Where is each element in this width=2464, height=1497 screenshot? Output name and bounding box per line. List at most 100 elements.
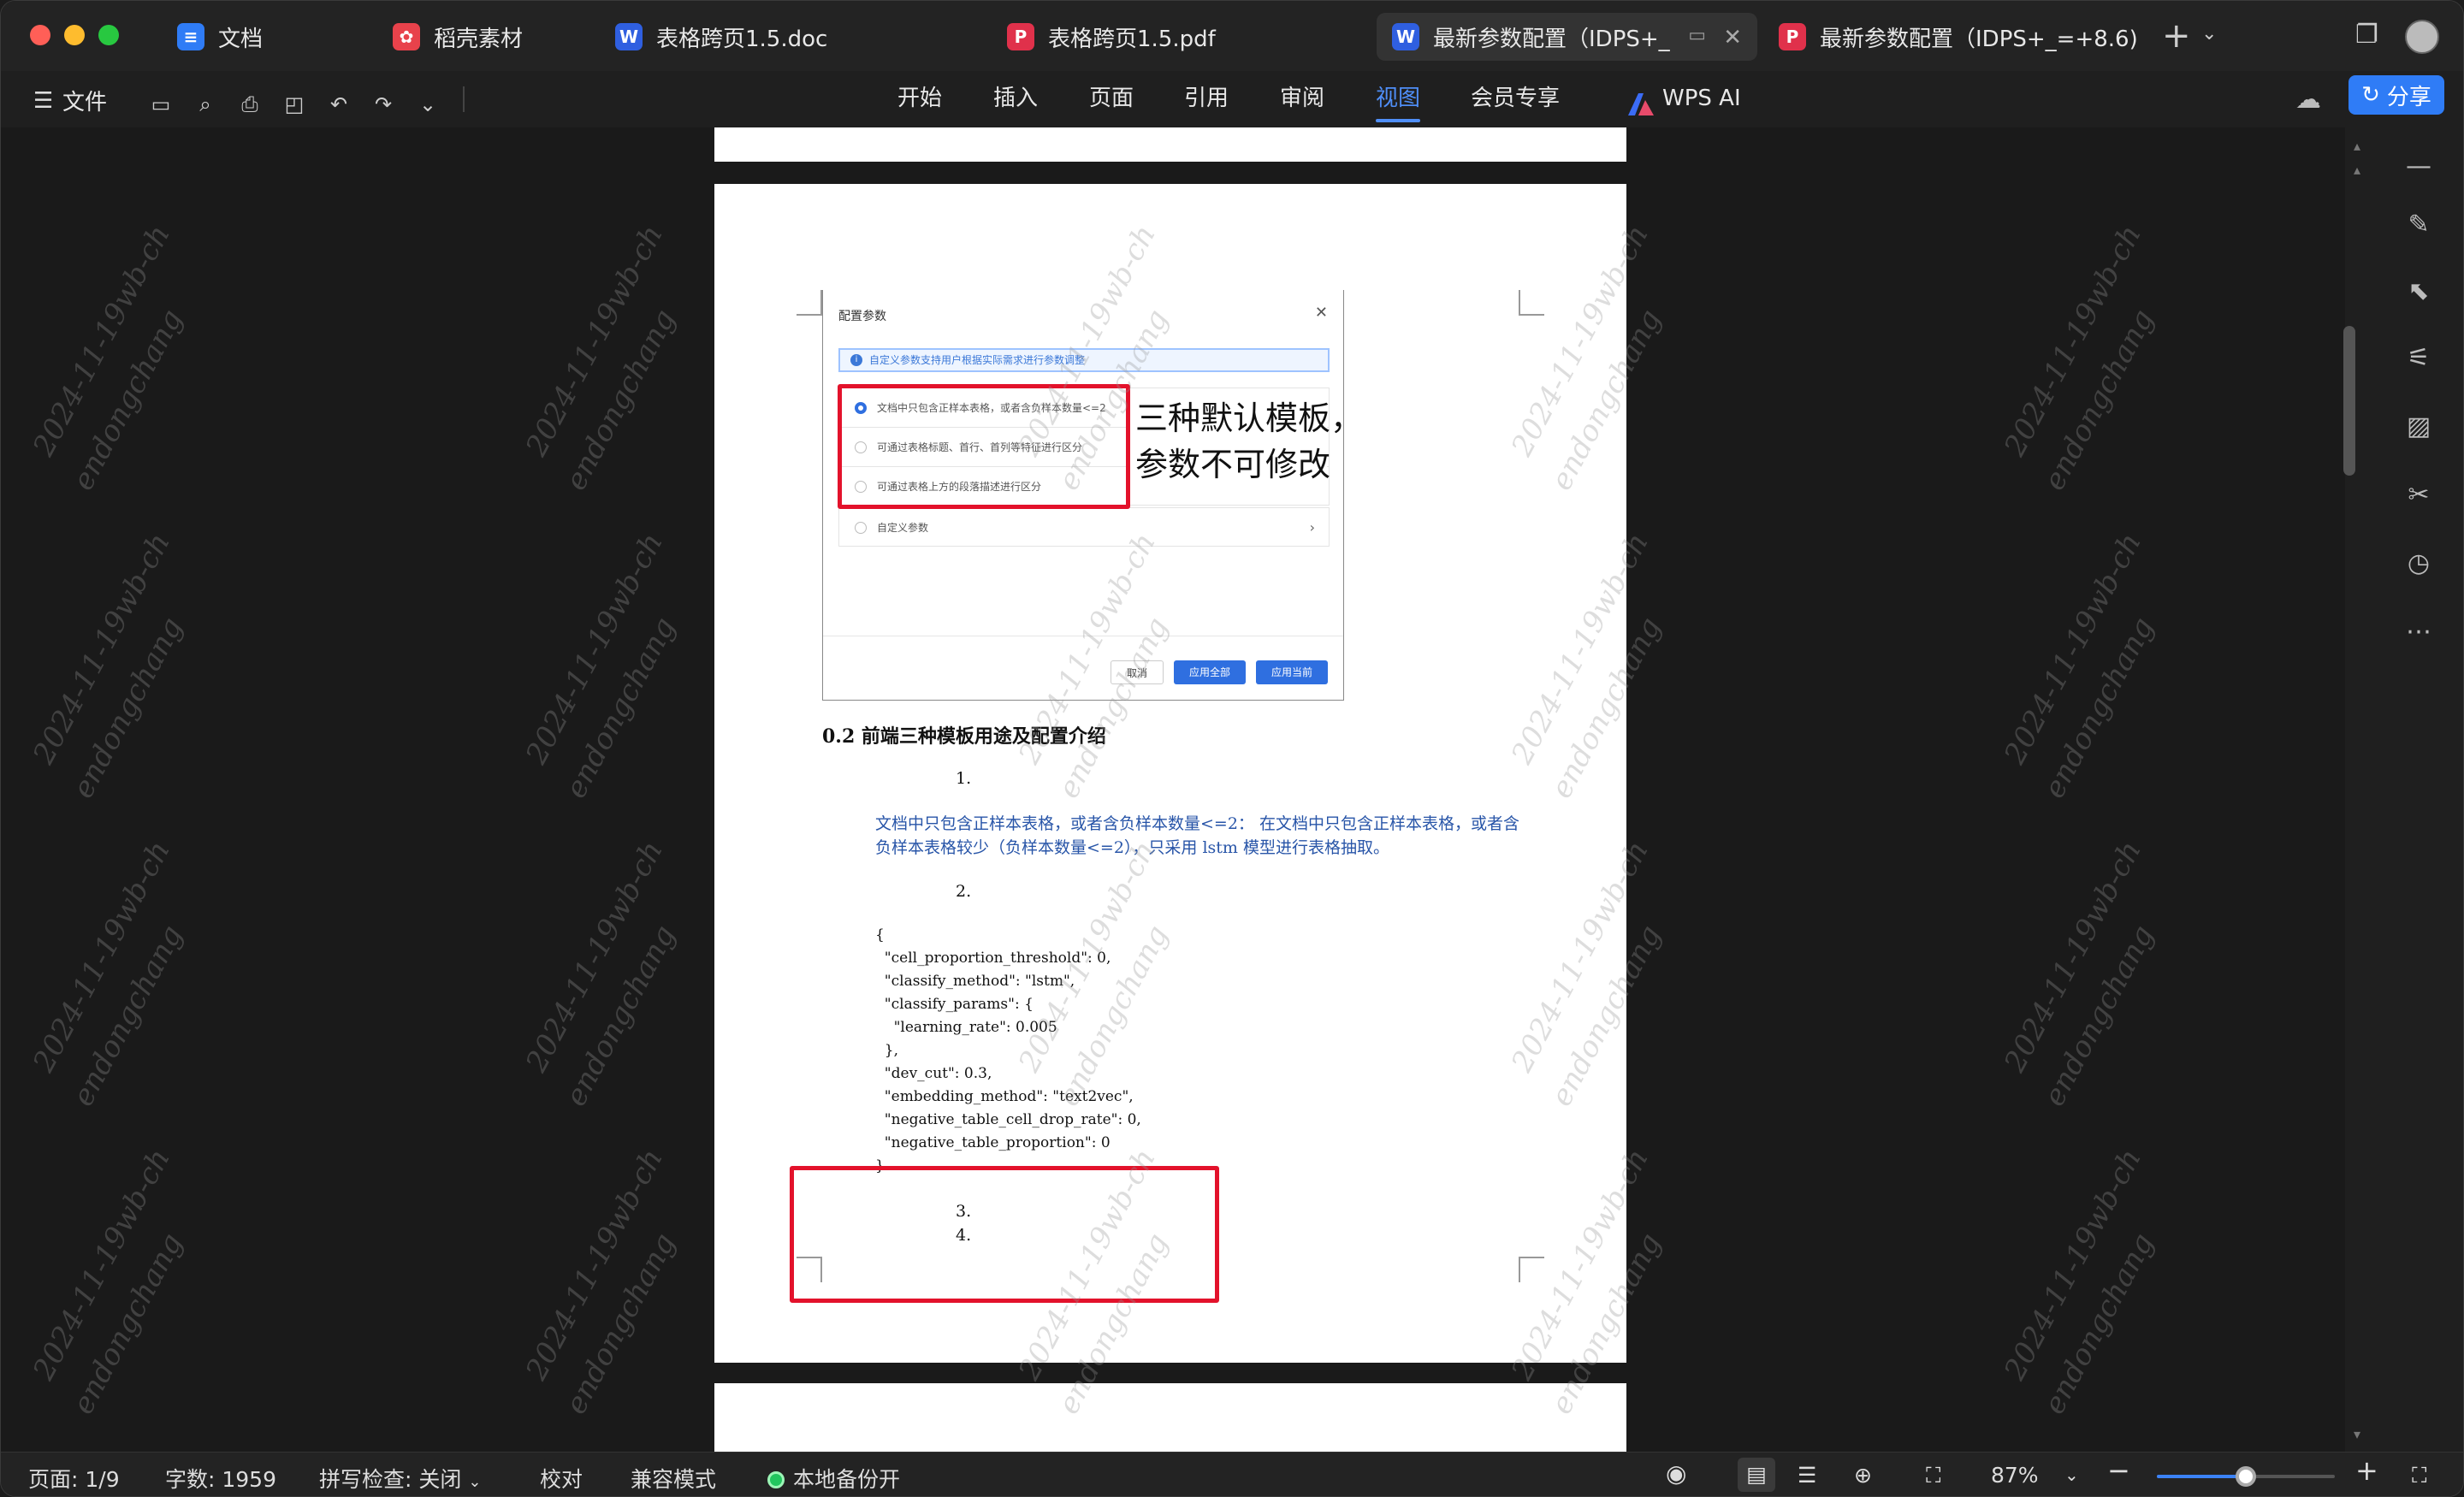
highlight-box bbox=[790, 1166, 1219, 1303]
window-icon[interactable]: ❐ bbox=[2355, 20, 2378, 50]
tab-docs[interactable]: ≡ 文档 bbox=[162, 13, 358, 61]
code-line: "classify_params": { bbox=[875, 996, 1034, 1013]
tab-label: 最新参数配置（IDPS+_ bbox=[1433, 26, 1670, 52]
web-view-icon[interactable]: ⊕ bbox=[1854, 1463, 1872, 1488]
tab-reference[interactable]: 引用 bbox=[1184, 81, 1229, 115]
zoom-out-icon[interactable]: − bbox=[2107, 1454, 2130, 1487]
print-icon[interactable]: ⎙ bbox=[235, 90, 264, 119]
cursor-select-icon[interactable]: ⬉ bbox=[2402, 275, 2436, 309]
word-count[interactable]: 字数: 1959 bbox=[165, 1463, 276, 1494]
zoom-dropdown-chevron-icon[interactable]: ⌄ bbox=[2064, 1464, 2079, 1485]
close-tab-icon[interactable]: ✕ bbox=[1723, 25, 1742, 50]
tab-label: 文档 bbox=[218, 26, 264, 52]
tab-list-chevron-icon[interactable]: ⌄ bbox=[2201, 23, 2217, 44]
margin-corner bbox=[1519, 290, 1544, 316]
tab-param-config-pdf[interactable]: P 最新参数配置（IDPS+_=+8.6) bbox=[1763, 13, 2140, 61]
code-line: }, bbox=[875, 1042, 899, 1059]
zoom-window-button[interactable] bbox=[98, 25, 119, 45]
tab-label: 表格跨页1.5.pdf bbox=[1048, 26, 1216, 52]
redo-icon[interactable]: ↷ bbox=[369, 90, 398, 119]
scroll-down-icon[interactable]: ▾ bbox=[2354, 1426, 2360, 1442]
more-chevron-icon[interactable]: ⌄ bbox=[413, 90, 442, 119]
avatar[interactable] bbox=[2405, 20, 2439, 54]
tab-param-config-doc[interactable]: W 最新参数配置（IDPS+_ ▭ ✕ bbox=[1377, 13, 1757, 61]
cancel-button: 取消 bbox=[1110, 660, 1164, 684]
page-indicator[interactable]: 页面: 1/9 bbox=[28, 1463, 120, 1494]
undo-icon[interactable]: ↶ bbox=[324, 90, 353, 119]
tab-daoke[interactable]: ✿ 稻壳素材 bbox=[377, 13, 566, 61]
chevron-down-icon: ⌄ bbox=[468, 1473, 482, 1491]
tab-wps-ai[interactable]: WPS AI bbox=[1662, 81, 1741, 115]
focus-mode-icon[interactable]: ⛶ bbox=[1926, 1463, 1941, 1488]
minimize-window-button[interactable] bbox=[64, 25, 85, 45]
title-bar: ≡ 文档 ✿ 稻壳素材 W 表格跨页1.5.doc P 表格跨页1.5.pdf … bbox=[1, 1, 2463, 71]
compat-mode-label: 兼容模式 bbox=[631, 1467, 717, 1492]
apply-current-button: 应用当前 bbox=[1255, 660, 1328, 684]
menu-hamburger-icon[interactable]: ☰ bbox=[33, 88, 53, 114]
outline-view-icon[interactable]: ☰ bbox=[1798, 1463, 1816, 1488]
tab-label: 最新参数配置（IDPS+_=+8.6) bbox=[1820, 26, 2138, 52]
save-icon[interactable]: ▭ bbox=[146, 90, 175, 119]
backup-status[interactable]: 本地备份开 bbox=[767, 1463, 900, 1494]
vertical-scrollbar[interactable] bbox=[2343, 326, 2355, 476]
list-number: 1. bbox=[956, 769, 972, 788]
zoom-in-icon[interactable]: + bbox=[2355, 1454, 2378, 1487]
close-window-button[interactable] bbox=[30, 25, 50, 45]
word-doc-icon: W bbox=[615, 23, 643, 50]
margin-corner bbox=[1519, 1257, 1544, 1282]
option-label: 自定义参数 bbox=[877, 522, 929, 534]
code-line: "learning_rate": 0.005 bbox=[875, 1019, 1057, 1036]
eye-icon[interactable]: ◉ bbox=[1666, 1459, 1686, 1488]
fullscreen-icon[interactable]: ⛶ bbox=[2412, 1463, 2427, 1488]
adjust-icon[interactable]: ⚟ bbox=[2402, 341, 2436, 376]
print-preview-icon[interactable]: ◰ bbox=[280, 90, 309, 119]
new-tab-icon[interactable]: + bbox=[2162, 16, 2191, 56]
zoom-slider-knob[interactable] bbox=[2236, 1466, 2256, 1487]
section-heading: 0.2 前端三种模板用途及配置介绍 bbox=[822, 725, 1106, 748]
tab-table-pdf[interactable]: P 表格跨页1.5.pdf bbox=[992, 13, 1351, 61]
pen-icon[interactable]: ✎ bbox=[2402, 208, 2436, 242]
backup-status-icon bbox=[767, 1471, 785, 1488]
spell-check-toggle[interactable]: 拼写检查: 关闭 ⌄ bbox=[319, 1463, 481, 1494]
ribbon: ☰ 文件 ▭ ⌕ ⎙ ◰ ↶ ↷ ⌄ 开始 插入 页面 引用 审阅 视图 会员专… bbox=[1, 71, 2463, 127]
image-edit-icon[interactable]: ▨ bbox=[2402, 410, 2436, 444]
tab-review[interactable]: 审阅 bbox=[1280, 81, 1324, 115]
collapse-icon[interactable]: — bbox=[2402, 150, 2436, 184]
highlight-box bbox=[838, 384, 1130, 509]
tab-view[interactable]: 视图 bbox=[1376, 81, 1421, 122]
tab-table-doc[interactable]: W 表格跨页1.5.doc bbox=[600, 13, 959, 61]
scroll-up-icon[interactable]: ▴ bbox=[2354, 162, 2360, 178]
history-icon[interactable]: ◷ bbox=[2402, 547, 2436, 581]
zoom-slider-fill bbox=[2157, 1475, 2246, 1478]
docs-app-icon: ≡ bbox=[177, 23, 204, 50]
monitor-icon: ▭ bbox=[1688, 25, 1706, 46]
backup-label: 本地备份开 bbox=[793, 1467, 901, 1492]
page-view-icon[interactable]: ▤ bbox=[1738, 1458, 1775, 1492]
zoom-level[interactable]: 87% bbox=[1991, 1463, 2039, 1488]
code-line: { bbox=[875, 926, 885, 944]
radio-icon bbox=[855, 522, 867, 534]
share-label: 分享 bbox=[2386, 84, 2431, 110]
tab-insert[interactable]: 插入 bbox=[993, 81, 1038, 115]
tab-page[interactable]: 页面 bbox=[1089, 81, 1134, 115]
proofread-button[interactable]: 校对 bbox=[540, 1463, 583, 1494]
file-menu[interactable]: 文件 bbox=[62, 85, 107, 116]
info-banner: 自定义参数支持用户根据实际需求进行参数调整 bbox=[838, 348, 1330, 372]
cloud-upload-icon[interactable]: ☁ bbox=[2295, 85, 2321, 115]
right-sidebar: ▴ ▴ ▾ bbox=[2345, 127, 2463, 1452]
format-painter-icon[interactable]: ⌕ bbox=[191, 90, 220, 119]
share-icon: ↻ bbox=[2361, 82, 2380, 108]
scroll-up-icon[interactable]: ▴ bbox=[2354, 138, 2360, 154]
code-line: "negative_table_cell_drop_rate": 0, bbox=[875, 1111, 1141, 1128]
tab-member[interactable]: 会员专享 bbox=[1471, 81, 1560, 115]
share-button[interactable]: ↻ 分享 bbox=[2348, 75, 2444, 115]
tools-icon[interactable]: ✂ bbox=[2402, 478, 2436, 512]
more-icon[interactable]: ⋯ bbox=[2402, 615, 2436, 649]
item-1-description: 文档中只包含正样本表格，或者含负样本数量<=2： 在文档中只包含正样本表格，或者… bbox=[875, 814, 1519, 857]
callout-line-1: 三种默认模板， bbox=[1135, 399, 1364, 437]
margin-corner bbox=[797, 290, 822, 316]
divider bbox=[463, 86, 465, 112]
code-line: "cell_proportion_threshold": 0, bbox=[875, 950, 1111, 967]
tab-start[interactable]: 开始 bbox=[897, 81, 942, 115]
daoke-icon: ✿ bbox=[393, 23, 420, 50]
